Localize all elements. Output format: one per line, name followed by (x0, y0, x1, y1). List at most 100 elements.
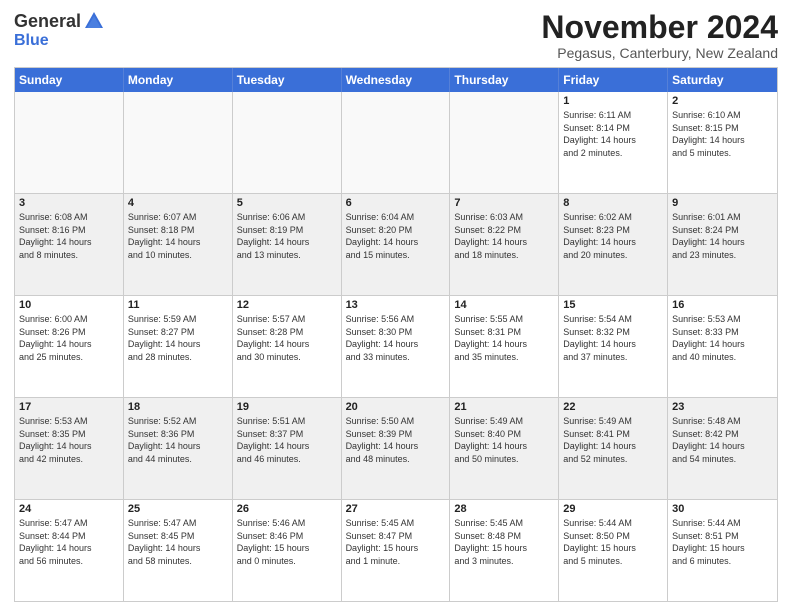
calendar-cell-2-4: 14Sunrise: 5:55 AM Sunset: 8:31 PM Dayli… (450, 296, 559, 397)
calendar-cell-1-2: 5Sunrise: 6:06 AM Sunset: 8:19 PM Daylig… (233, 194, 342, 295)
day-num-15: 15 (563, 299, 663, 311)
cell-info-26: Sunrise: 5:46 AM Sunset: 8:46 PM Dayligh… (237, 517, 337, 567)
calendar-cell-0-1 (124, 92, 233, 193)
header-monday: Monday (124, 68, 233, 92)
cell-info-28: Sunrise: 5:45 AM Sunset: 8:48 PM Dayligh… (454, 517, 554, 567)
calendar-cell-2-3: 13Sunrise: 5:56 AM Sunset: 8:30 PM Dayli… (342, 296, 451, 397)
calendar-row-0: 1 Sunrise: 6:11 AM Sunset: 8:14 PM Daylig… (15, 92, 777, 194)
header-friday: Friday (559, 68, 668, 92)
header: General Blue November 2024 Pegasus, Cant… (14, 10, 778, 61)
day-num-9: 9 (672, 197, 773, 209)
calendar-cell-1-5: 8 Sunrise: 6:02 AM Sunset: 8:23 PM Daylig… (559, 194, 668, 295)
cell-info-19: Sunrise: 5:51 AM Sunset: 8:37 PM Dayligh… (237, 415, 337, 465)
day-num-8: 8 (563, 197, 663, 209)
calendar-cell-3-1: 18 Sunrise: 5:52 AM Sunset: 8:36 PM Dayli… (124, 398, 233, 499)
calendar-cell-3-4: 21 Sunrise: 5:49 AM Sunset: 8:40 PM Dayli… (450, 398, 559, 499)
day-num-3: 3 (19, 197, 119, 209)
cell-info-22: Sunrise: 5:49 AM Sunset: 8:41 PM Dayligh… (563, 415, 663, 465)
day-num-2: 2 (672, 95, 773, 107)
cell-info-30: Sunrise: 5:44 AM Sunset: 8:51 PM Dayligh… (672, 517, 773, 567)
day-num-20: 20 (346, 401, 446, 413)
cell-info-8: Sunrise: 6:02 AM Sunset: 8:23 PM Dayligh… (563, 211, 663, 261)
cell-info-14: Sunrise: 5:55 AM Sunset: 8:31 PM Dayligh… (454, 313, 554, 363)
calendar-row-1: 3 Sunrise: 6:08 AM Sunset: 8:16 PM Daylig… (15, 194, 777, 296)
day-num-26: 26 (237, 503, 337, 515)
logo: General Blue (14, 10, 105, 50)
calendar-cell-1-4: 7Sunrise: 6:03 AM Sunset: 8:22 PM Daylig… (450, 194, 559, 295)
day-num-17: 17 (19, 401, 119, 413)
day-num-6: 6 (346, 197, 446, 209)
calendar-cell-1-1: 4 Sunrise: 6:07 AM Sunset: 8:18 PM Daylig… (124, 194, 233, 295)
calendar-cell-4-6: 30 Sunrise: 5:44 AM Sunset: 8:51 PM Dayli… (668, 500, 777, 601)
day-num-4: 4 (128, 197, 228, 209)
cell-info-17: Sunrise: 5:53 AM Sunset: 8:35 PM Dayligh… (19, 415, 119, 465)
calendar-cell-4-1: 25Sunrise: 5:47 AM Sunset: 8:45 PM Dayli… (124, 500, 233, 601)
calendar-cell-2-5: 15 Sunrise: 5:54 AM Sunset: 8:32 PM Dayli… (559, 296, 668, 397)
calendar-cell-3-5: 22 Sunrise: 5:49 AM Sunset: 8:41 PM Dayli… (559, 398, 668, 499)
calendar-cell-4-5: 29 Sunrise: 5:44 AM Sunset: 8:50 PM Dayli… (559, 500, 668, 601)
calendar-cell-2-6: 16 Sunrise: 5:53 AM Sunset: 8:33 PM Dayli… (668, 296, 777, 397)
header-wednesday: Wednesday (342, 68, 451, 92)
calendar-cell-3-2: 19 Sunrise: 5:51 AM Sunset: 8:37 PM Dayli… (233, 398, 342, 499)
cell-info-27: Sunrise: 5:45 AM Sunset: 8:47 PM Dayligh… (346, 517, 446, 567)
calendar-cell-2-1: 11 Sunrise: 5:59 AM Sunset: 8:27 PM Dayli… (124, 296, 233, 397)
day-num-21: 21 (454, 401, 554, 413)
cell-info-1: Sunrise: 6:11 AM Sunset: 8:14 PM Dayligh… (563, 109, 663, 159)
calendar-cell-1-6: 9 Sunrise: 6:01 AM Sunset: 8:24 PM Daylig… (668, 194, 777, 295)
day-num-25: 25 (128, 503, 228, 515)
cell-info-15: Sunrise: 5:54 AM Sunset: 8:32 PM Dayligh… (563, 313, 663, 363)
header-thursday: Thursday (450, 68, 559, 92)
logo-blue-text: Blue (14, 32, 49, 49)
calendar-cell-0-6: 2 Sunrise: 6:10 AM Sunset: 8:15 PM Daylig… (668, 92, 777, 193)
cell-info-9: Sunrise: 6:01 AM Sunset: 8:24 PM Dayligh… (672, 211, 773, 261)
cell-info-18: Sunrise: 5:52 AM Sunset: 8:36 PM Dayligh… (128, 415, 228, 465)
cell-info-16: Sunrise: 5:53 AM Sunset: 8:33 PM Dayligh… (672, 313, 773, 363)
calendar-cell-3-3: 20 Sunrise: 5:50 AM Sunset: 8:39 PM Dayli… (342, 398, 451, 499)
header-saturday: Saturday (668, 68, 777, 92)
calendar-cell-3-6: 23 Sunrise: 5:48 AM Sunset: 8:42 PM Dayli… (668, 398, 777, 499)
calendar-body: 1 Sunrise: 6:11 AM Sunset: 8:14 PM Daylig… (15, 92, 777, 601)
calendar-cell-0-2 (233, 92, 342, 193)
calendar-cell-2-2: 12 Sunrise: 5:57 AM Sunset: 8:28 PM Dayli… (233, 296, 342, 397)
cell-info-20: Sunrise: 5:50 AM Sunset: 8:39 PM Dayligh… (346, 415, 446, 465)
calendar-cell-4-4: 28Sunrise: 5:45 AM Sunset: 8:48 PM Dayli… (450, 500, 559, 601)
day-num-19: 19 (237, 401, 337, 413)
day-num-10: 10 (19, 299, 119, 311)
month-title: November 2024 (541, 10, 778, 45)
day-num-23: 23 (672, 401, 773, 413)
logo-icon (83, 10, 105, 32)
page: General Blue November 2024 Pegasus, Cant… (0, 0, 792, 612)
cell-info-23: Sunrise: 5:48 AM Sunset: 8:42 PM Dayligh… (672, 415, 773, 465)
calendar-row-2: 10Sunrise: 6:00 AM Sunset: 8:26 PM Dayli… (15, 296, 777, 398)
cell-info-11: Sunrise: 5:59 AM Sunset: 8:27 PM Dayligh… (128, 313, 228, 363)
day-num-30: 30 (672, 503, 773, 515)
day-num-18: 18 (128, 401, 228, 413)
cell-info-29: Sunrise: 5:44 AM Sunset: 8:50 PM Dayligh… (563, 517, 663, 567)
day-num-11: 11 (128, 299, 228, 311)
calendar-header: Sunday Monday Tuesday Wednesday Thursday… (15, 68, 777, 92)
subtitle: Pegasus, Canterbury, New Zealand (541, 45, 778, 61)
cell-info-21: Sunrise: 5:49 AM Sunset: 8:40 PM Dayligh… (454, 415, 554, 465)
day-num-24: 24 (19, 503, 119, 515)
cell-info-4: Sunrise: 6:07 AM Sunset: 8:18 PM Dayligh… (128, 211, 228, 261)
calendar-row-4: 24Sunrise: 5:47 AM Sunset: 8:44 PM Dayli… (15, 500, 777, 601)
calendar-cell-0-3 (342, 92, 451, 193)
cell-info-6: Sunrise: 6:04 AM Sunset: 8:20 PM Dayligh… (346, 211, 446, 261)
calendar-cell-4-0: 24Sunrise: 5:47 AM Sunset: 8:44 PM Dayli… (15, 500, 124, 601)
day-num-1: 1 (563, 95, 663, 107)
calendar-cell-0-5: 1 Sunrise: 6:11 AM Sunset: 8:14 PM Daylig… (559, 92, 668, 193)
title-section: November 2024 Pegasus, Canterbury, New Z… (541, 10, 778, 61)
cell-info-3: Sunrise: 6:08 AM Sunset: 8:16 PM Dayligh… (19, 211, 119, 261)
calendar-cell-4-2: 26 Sunrise: 5:46 AM Sunset: 8:46 PM Dayli… (233, 500, 342, 601)
cell-info-12: Sunrise: 5:57 AM Sunset: 8:28 PM Dayligh… (237, 313, 337, 363)
day-num-12: 12 (237, 299, 337, 311)
calendar-cell-1-0: 3 Sunrise: 6:08 AM Sunset: 8:16 PM Daylig… (15, 194, 124, 295)
day-num-22: 22 (563, 401, 663, 413)
calendar-cell-1-3: 6 Sunrise: 6:04 AM Sunset: 8:20 PM Daylig… (342, 194, 451, 295)
day-num-16: 16 (672, 299, 773, 311)
cell-info-2: Sunrise: 6:10 AM Sunset: 8:15 PM Dayligh… (672, 109, 773, 159)
calendar-cell-2-0: 10Sunrise: 6:00 AM Sunset: 8:26 PM Dayli… (15, 296, 124, 397)
day-num-27: 27 (346, 503, 446, 515)
cell-info-7: Sunrise: 6:03 AM Sunset: 8:22 PM Dayligh… (454, 211, 554, 261)
day-num-29: 29 (563, 503, 663, 515)
